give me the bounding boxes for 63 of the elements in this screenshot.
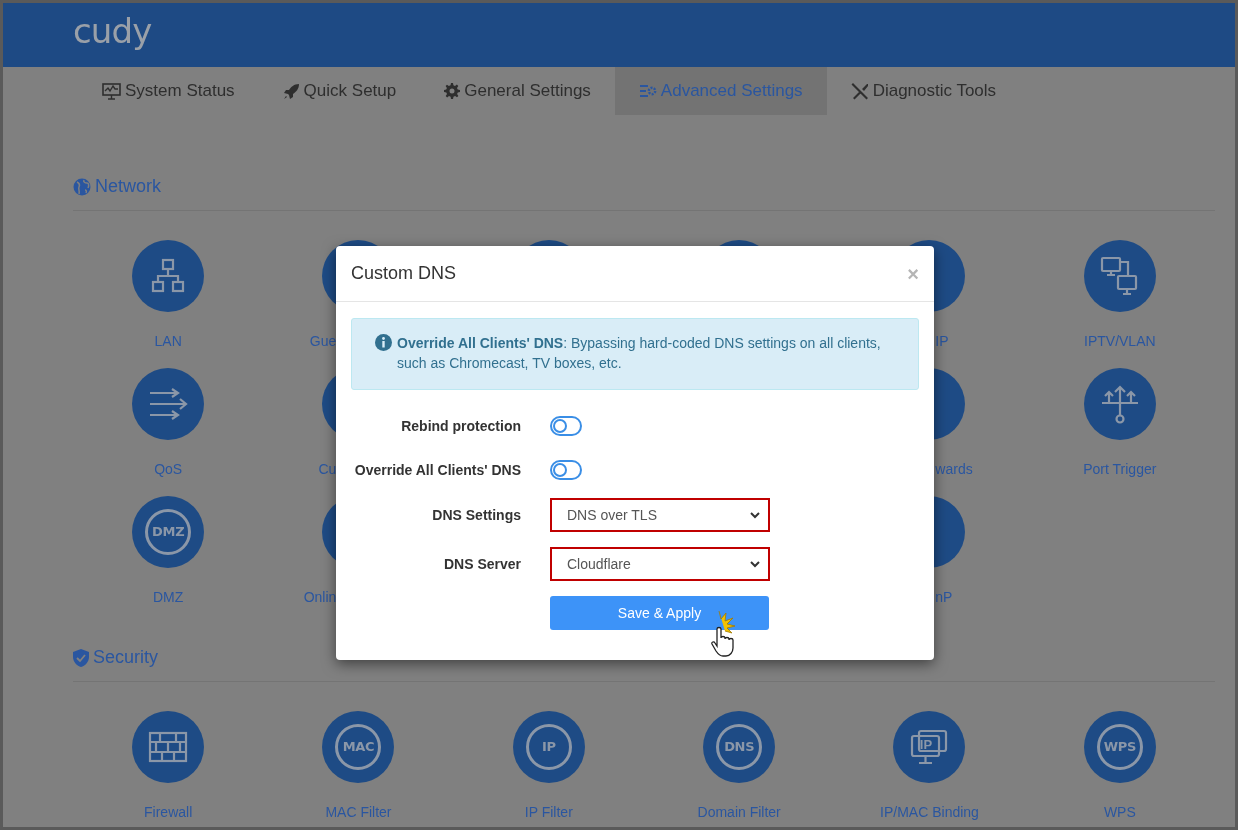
- feature-tile[interactable]: IP: [512, 711, 585, 783]
- section-title: Security: [93, 646, 159, 669]
- monitors-icon: [1099, 256, 1140, 296]
- tile-label[interactable]: LAN: [154, 331, 182, 352]
- feature-tile[interactable]: DMZ: [132, 496, 205, 568]
- tile-label[interactable]: wards: [935, 459, 973, 480]
- nav-tab[interactable]: General Settings: [420, 67, 615, 115]
- close-button[interactable]: ×: [907, 263, 919, 284]
- tile-label[interactable]: Cu: [263, 459, 337, 480]
- tile-label[interactable]: Domain Filter: [697, 802, 781, 823]
- field-label: DNS Server: [442, 554, 521, 574]
- settings-icon: [638, 84, 657, 98]
- nav-tab[interactable]: Advanced Settings: [614, 67, 827, 115]
- gear-icon: [444, 83, 461, 99]
- tools-icon: [850, 82, 869, 100]
- network-icon: [150, 258, 187, 294]
- logo: cudy: [73, 14, 152, 53]
- info-text: Override All Clients' DNS: Bypassing hard-coded DNS settings on all clients, such as Chromecast, TV boxes, etc.: [397, 334, 882, 373]
- field-label: Override All Clients' DNS: [353, 460, 521, 480]
- firewall-icon: [148, 731, 189, 763]
- toggle-switch[interactable]: [550, 416, 582, 436]
- tile-label[interactable]: IPTV/VLAN: [1084, 331, 1156, 352]
- save-apply-button[interactable]: Save & Apply: [550, 596, 769, 630]
- badge-icon: MAC: [335, 724, 382, 770]
- tile-label[interactable]: IP: [935, 331, 949, 352]
- feature-tile[interactable]: DNS: [703, 711, 776, 783]
- tile-label[interactable]: IP Filter: [524, 802, 573, 823]
- feature-tile[interactable]: MAC: [322, 711, 395, 783]
- rocket-icon: [282, 82, 300, 100]
- trigger-icon: [1099, 384, 1140, 424]
- badge-icon: WPS: [1096, 724, 1143, 770]
- arrows-icon: [148, 388, 189, 420]
- tile-label[interactable]: nP: [935, 587, 953, 608]
- dropdown[interactable]: DNS over TLS: [550, 498, 770, 532]
- badge-icon: DNS: [716, 724, 763, 770]
- tile-label[interactable]: QoS: [154, 459, 183, 480]
- shield-icon: [73, 648, 89, 667]
- globe-icon: [73, 177, 91, 196]
- tile-label[interactable]: DMZ: [153, 587, 184, 608]
- dialog-title: Custom DNS: [351, 262, 457, 285]
- chevron-down-icon: [750, 560, 760, 568]
- tile-label[interactable]: MAC Filter: [325, 802, 392, 823]
- nav-tab[interactable]: Quick Setup: [258, 67, 421, 115]
- badge-icon: DMZ: [145, 509, 192, 555]
- chevron-down-icon: [750, 511, 760, 519]
- monitor-icon: [102, 82, 121, 100]
- field-label: DNS Settings: [431, 505, 521, 525]
- feature-tile[interactable]: WPS: [1083, 711, 1156, 783]
- badge-icon: IP: [525, 724, 572, 770]
- tile-label[interactable]: IP/MAC Binding: [880, 802, 979, 823]
- field-label: Rebind protection: [400, 416, 521, 436]
- dropdown[interactable]: Cloudflare: [550, 547, 770, 581]
- info-icon: [375, 334, 392, 351]
- feature-tile[interactable]: IP: [893, 711, 966, 783]
- tile-label[interactable]: WPS: [1103, 802, 1136, 823]
- tile-label[interactable]: Onlin: [263, 587, 337, 608]
- tile-label[interactable]: Firewall: [144, 802, 193, 823]
- tile-label[interactable]: Gue: [263, 331, 337, 352]
- nav-tab[interactable]: System Status: [78, 67, 259, 115]
- toggle-switch[interactable]: [550, 460, 582, 480]
- tile-label[interactable]: Port Trigger: [1083, 459, 1157, 480]
- nav-tab[interactable]: Diagnostic Tools: [826, 67, 1021, 115]
- section-title: Network: [95, 175, 161, 198]
